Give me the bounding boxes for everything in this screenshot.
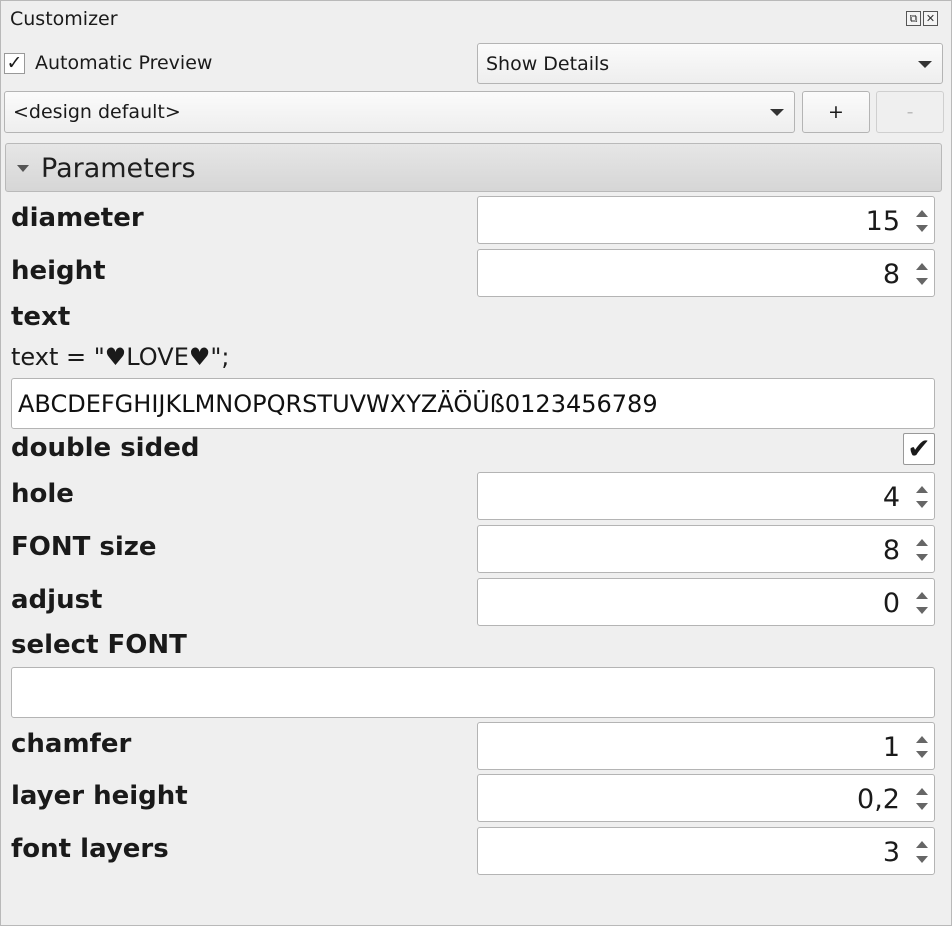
details-select-value: Show Details — [486, 53, 610, 75]
spin-down-icon[interactable] — [916, 278, 928, 285]
adjust-spinbox[interactable]: 0 — [477, 578, 935, 626]
height-spinbox[interactable]: 8 — [477, 249, 935, 297]
titlebar: Customizer ⧉ ✕ — [1, 1, 951, 37]
param-label-double-sided: double sided — [11, 433, 200, 463]
spin-up-icon[interactable] — [916, 263, 928, 270]
details-select[interactable]: Show Details — [477, 43, 943, 84]
param-label-hole: hole — [11, 479, 74, 509]
spin-up-icon[interactable] — [916, 736, 928, 743]
spin-up-icon[interactable] — [916, 486, 928, 493]
param-description-text: text = "♥LOVE♥"; — [11, 343, 230, 371]
automatic-preview-checkbox[interactable]: ✓ — [4, 53, 25, 74]
section-title: Parameters — [41, 153, 196, 184]
remove-preset-button[interactable]: - — [876, 91, 944, 133]
preset-select[interactable]: <design default> — [4, 91, 795, 133]
spin-down-icon[interactable] — [916, 751, 928, 758]
text-field-wrapper[interactable] — [11, 378, 935, 429]
add-preset-button[interactable]: + — [802, 91, 870, 133]
chamfer-spinbox[interactable]: 1 — [477, 722, 935, 770]
customizer-panel: Customizer ⧉ ✕ ✓ Automatic Preview Show … — [0, 0, 952, 926]
diameter-value: 15 — [865, 206, 900, 237]
spin-up-icon[interactable] — [916, 788, 928, 795]
spin-up-icon[interactable] — [916, 841, 928, 848]
adjust-value: 0 — [882, 588, 900, 619]
param-label-height: height — [11, 256, 106, 286]
font-size-spinbox[interactable]: 8 — [477, 525, 935, 573]
hole-spinbox[interactable]: 4 — [477, 472, 935, 520]
select-font-field[interactable] — [12, 668, 934, 717]
font-size-value: 8 — [882, 535, 900, 566]
font-layers-value: 3 — [882, 837, 900, 868]
layer-height-spinbox[interactable]: 0,2 — [477, 774, 935, 822]
diameter-spinbox[interactable]: 15 — [477, 196, 935, 244]
close-window-icon[interactable]: ✕ — [923, 11, 938, 26]
param-label-adjust: adjust — [11, 585, 103, 615]
window-title: Customizer — [10, 8, 118, 30]
hole-value: 4 — [882, 482, 900, 513]
chamfer-value: 1 — [882, 732, 900, 763]
param-label-font-size: FONT size — [11, 532, 157, 562]
param-label-chamfer: chamfer — [11, 729, 132, 759]
height-value: 8 — [882, 259, 900, 290]
spin-down-icon[interactable] — [916, 554, 928, 561]
spin-up-icon[interactable] — [916, 539, 928, 546]
spin-up-icon[interactable] — [916, 210, 928, 217]
spin-down-icon[interactable] — [916, 856, 928, 863]
param-label-select-font: select FONT — [11, 630, 187, 660]
automatic-preview-label: Automatic Preview — [35, 52, 213, 74]
chevron-down-icon — [770, 109, 784, 116]
param-label-diameter: diameter — [11, 203, 144, 233]
text-field[interactable] — [12, 379, 934, 428]
spin-down-icon[interactable] — [916, 607, 928, 614]
spin-down-icon[interactable] — [916, 225, 928, 232]
param-label-text: text — [11, 302, 71, 332]
float-window-icon[interactable]: ⧉ — [906, 11, 921, 26]
double-sided-checkbox[interactable]: ✔ — [903, 433, 935, 465]
collapse-triangle-icon — [17, 165, 29, 172]
parameters-section-header[interactable]: Parameters — [5, 143, 942, 192]
spin-down-icon[interactable] — [916, 501, 928, 508]
param-label-layer-height: layer height — [11, 781, 188, 811]
spin-up-icon[interactable] — [916, 592, 928, 599]
font-layers-spinbox[interactable]: 3 — [477, 827, 935, 875]
preset-select-value: <design default> — [13, 101, 181, 123]
param-label-font-layers: font layers — [11, 834, 169, 864]
layer-height-value: 0,2 — [857, 784, 900, 815]
spin-down-icon[interactable] — [916, 803, 928, 810]
select-font-field-wrapper[interactable] — [11, 667, 935, 718]
chevron-down-icon — [918, 61, 932, 68]
